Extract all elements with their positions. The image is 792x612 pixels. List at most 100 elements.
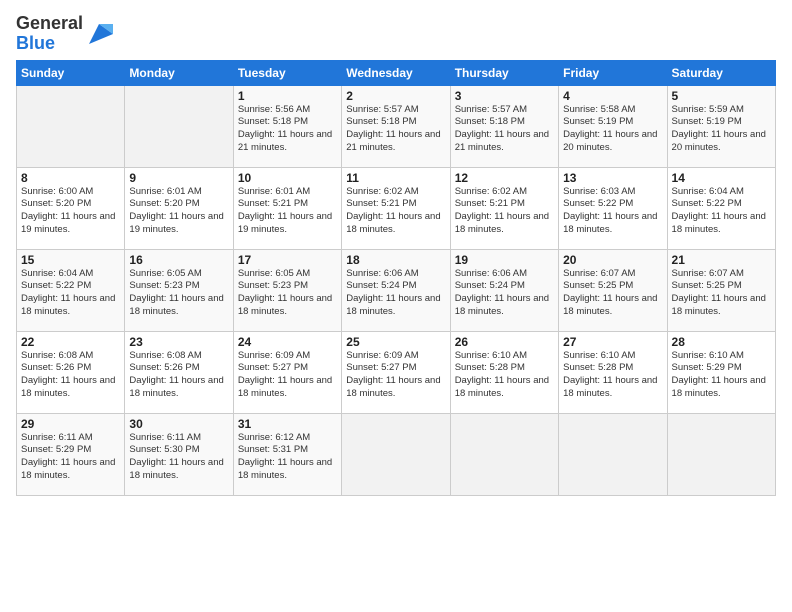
logo-icon: [85, 20, 113, 48]
day-info: Sunrise: 6:09 AMSunset: 5:27 PMDaylight:…: [238, 350, 337, 401]
day-info: Sunrise: 5:56 AMSunset: 5:18 PMDaylight:…: [238, 104, 337, 155]
day-info: Sunrise: 5:58 AMSunset: 5:19 PMDaylight:…: [563, 104, 662, 155]
calendar-cell: 14Sunrise: 6:04 AMSunset: 5:22 PMDayligh…: [667, 167, 775, 249]
calendar-cell: 17Sunrise: 6:05 AMSunset: 5:23 PMDayligh…: [233, 249, 341, 331]
calendar-cell: 4Sunrise: 5:58 AMSunset: 5:19 PMDaylight…: [559, 85, 667, 167]
day-number: 22: [21, 335, 120, 349]
calendar-cell: 24Sunrise: 6:09 AMSunset: 5:27 PMDayligh…: [233, 331, 341, 413]
calendar-cell: 30Sunrise: 6:11 AMSunset: 5:30 PMDayligh…: [125, 413, 233, 495]
day-number: 20: [563, 253, 662, 267]
day-info: Sunrise: 6:04 AMSunset: 5:22 PMDaylight:…: [672, 186, 771, 237]
calendar-cell: 11Sunrise: 6:02 AMSunset: 5:21 PMDayligh…: [342, 167, 450, 249]
day-number: 9: [129, 171, 228, 185]
day-number: 10: [238, 171, 337, 185]
day-info: Sunrise: 5:59 AMSunset: 5:19 PMDaylight:…: [672, 104, 771, 155]
page-container: General Blue SundayMondayTuesdayWednesda…: [0, 0, 792, 504]
calendar-week-3: 15Sunrise: 6:04 AMSunset: 5:22 PMDayligh…: [17, 249, 776, 331]
calendar-cell: 1Sunrise: 5:56 AMSunset: 5:18 PMDaylight…: [233, 85, 341, 167]
day-info: Sunrise: 5:57 AMSunset: 5:18 PMDaylight:…: [346, 104, 445, 155]
calendar-cell: 3Sunrise: 5:57 AMSunset: 5:18 PMDaylight…: [450, 85, 558, 167]
day-info: Sunrise: 6:01 AMSunset: 5:20 PMDaylight:…: [129, 186, 228, 237]
calendar-cell: [342, 413, 450, 495]
day-info: Sunrise: 6:10 AMSunset: 5:29 PMDaylight:…: [672, 350, 771, 401]
day-number: 16: [129, 253, 228, 267]
day-info: Sunrise: 6:00 AMSunset: 5:20 PMDaylight:…: [21, 186, 120, 237]
day-number: 26: [455, 335, 554, 349]
calendar-cell: 29Sunrise: 6:11 AMSunset: 5:29 PMDayligh…: [17, 413, 125, 495]
day-number: 24: [238, 335, 337, 349]
calendar-week-1: 1Sunrise: 5:56 AMSunset: 5:18 PMDaylight…: [17, 85, 776, 167]
day-number: 18: [346, 253, 445, 267]
day-number: 15: [21, 253, 120, 267]
calendar-header-friday: Friday: [559, 60, 667, 85]
day-info: Sunrise: 6:06 AMSunset: 5:24 PMDaylight:…: [455, 268, 554, 319]
day-info: Sunrise: 6:12 AMSunset: 5:31 PMDaylight:…: [238, 432, 337, 483]
day-number: 17: [238, 253, 337, 267]
calendar-week-2: 8Sunrise: 6:00 AMSunset: 5:20 PMDaylight…: [17, 167, 776, 249]
calendar-header-sunday: Sunday: [17, 60, 125, 85]
calendar-cell: [125, 85, 233, 167]
day-info: Sunrise: 5:57 AMSunset: 5:18 PMDaylight:…: [455, 104, 554, 155]
calendar-cell: 26Sunrise: 6:10 AMSunset: 5:28 PMDayligh…: [450, 331, 558, 413]
day-info: Sunrise: 6:11 AMSunset: 5:29 PMDaylight:…: [21, 432, 120, 483]
day-number: 30: [129, 417, 228, 431]
calendar-table: SundayMondayTuesdayWednesdayThursdayFrid…: [16, 60, 776, 496]
day-info: Sunrise: 6:05 AMSunset: 5:23 PMDaylight:…: [129, 268, 228, 319]
day-number: 21: [672, 253, 771, 267]
calendar-header-thursday: Thursday: [450, 60, 558, 85]
calendar-cell: 13Sunrise: 6:03 AMSunset: 5:22 PMDayligh…: [559, 167, 667, 249]
day-number: 2: [346, 89, 445, 103]
calendar-cell: 31Sunrise: 6:12 AMSunset: 5:31 PMDayligh…: [233, 413, 341, 495]
calendar-cell: 27Sunrise: 6:10 AMSunset: 5:28 PMDayligh…: [559, 331, 667, 413]
calendar-cell: 21Sunrise: 6:07 AMSunset: 5:25 PMDayligh…: [667, 249, 775, 331]
day-info: Sunrise: 6:02 AMSunset: 5:21 PMDaylight:…: [346, 186, 445, 237]
calendar-header-wednesday: Wednesday: [342, 60, 450, 85]
day-info: Sunrise: 6:10 AMSunset: 5:28 PMDaylight:…: [563, 350, 662, 401]
calendar-cell: [17, 85, 125, 167]
logo: General Blue: [16, 14, 113, 54]
calendar-week-5: 29Sunrise: 6:11 AMSunset: 5:29 PMDayligh…: [17, 413, 776, 495]
day-info: Sunrise: 6:07 AMSunset: 5:25 PMDaylight:…: [672, 268, 771, 319]
day-number: 29: [21, 417, 120, 431]
day-number: 25: [346, 335, 445, 349]
calendar-cell: 8Sunrise: 6:00 AMSunset: 5:20 PMDaylight…: [17, 167, 125, 249]
day-info: Sunrise: 6:11 AMSunset: 5:30 PMDaylight:…: [129, 432, 228, 483]
calendar-header-saturday: Saturday: [667, 60, 775, 85]
day-number: 5: [672, 89, 771, 103]
calendar-cell: [667, 413, 775, 495]
calendar-cell: 16Sunrise: 6:05 AMSunset: 5:23 PMDayligh…: [125, 249, 233, 331]
day-number: 11: [346, 171, 445, 185]
calendar-header-monday: Monday: [125, 60, 233, 85]
day-info: Sunrise: 6:08 AMSunset: 5:26 PMDaylight:…: [21, 350, 120, 401]
calendar-cell: 18Sunrise: 6:06 AMSunset: 5:24 PMDayligh…: [342, 249, 450, 331]
calendar-cell: 10Sunrise: 6:01 AMSunset: 5:21 PMDayligh…: [233, 167, 341, 249]
day-info: Sunrise: 6:05 AMSunset: 5:23 PMDaylight:…: [238, 268, 337, 319]
logo-blue: Blue: [16, 33, 55, 53]
header: General Blue: [16, 10, 776, 54]
calendar-cell: 9Sunrise: 6:01 AMSunset: 5:20 PMDaylight…: [125, 167, 233, 249]
calendar-cell: 19Sunrise: 6:06 AMSunset: 5:24 PMDayligh…: [450, 249, 558, 331]
day-info: Sunrise: 6:08 AMSunset: 5:26 PMDaylight:…: [129, 350, 228, 401]
day-number: 13: [563, 171, 662, 185]
day-number: 14: [672, 171, 771, 185]
day-info: Sunrise: 6:03 AMSunset: 5:22 PMDaylight:…: [563, 186, 662, 237]
calendar-header-row: SundayMondayTuesdayWednesdayThursdayFrid…: [17, 60, 776, 85]
day-info: Sunrise: 6:02 AMSunset: 5:21 PMDaylight:…: [455, 186, 554, 237]
day-number: 27: [563, 335, 662, 349]
calendar-cell: 22Sunrise: 6:08 AMSunset: 5:26 PMDayligh…: [17, 331, 125, 413]
calendar-cell: 23Sunrise: 6:08 AMSunset: 5:26 PMDayligh…: [125, 331, 233, 413]
calendar-header-tuesday: Tuesday: [233, 60, 341, 85]
day-info: Sunrise: 6:04 AMSunset: 5:22 PMDaylight:…: [21, 268, 120, 319]
day-info: Sunrise: 6:10 AMSunset: 5:28 PMDaylight:…: [455, 350, 554, 401]
day-info: Sunrise: 6:01 AMSunset: 5:21 PMDaylight:…: [238, 186, 337, 237]
day-number: 28: [672, 335, 771, 349]
calendar-cell: 12Sunrise: 6:02 AMSunset: 5:21 PMDayligh…: [450, 167, 558, 249]
calendar-cell: 5Sunrise: 5:59 AMSunset: 5:19 PMDaylight…: [667, 85, 775, 167]
logo-general: General: [16, 13, 83, 33]
day-number: 23: [129, 335, 228, 349]
day-number: 1: [238, 89, 337, 103]
day-number: 31: [238, 417, 337, 431]
calendar-cell: 20Sunrise: 6:07 AMSunset: 5:25 PMDayligh…: [559, 249, 667, 331]
day-number: 4: [563, 89, 662, 103]
calendar-cell: [559, 413, 667, 495]
